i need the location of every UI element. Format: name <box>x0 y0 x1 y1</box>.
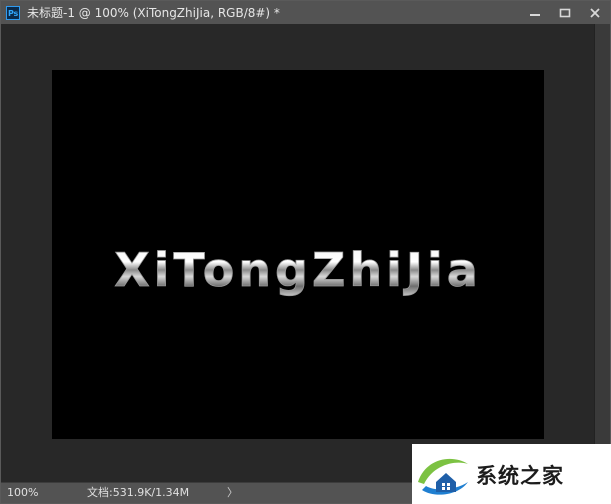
canvas-workspace[interactable]: XiTongZhiJia <box>2 24 594 482</box>
window-controls <box>520 1 610 24</box>
document-title: 未标题-1 @ 100% (XiTongZhiJia, RGB/8#) * <box>27 6 280 20</box>
document-window: Ps 未标题-1 @ 100% (XiTongZhiJia, RGB/8#) * <box>0 0 611 504</box>
house-logo-icon <box>418 458 468 495</box>
canvas-artwork: XiTongZhiJia <box>114 243 482 298</box>
status-menu-arrow[interactable]: 〉 <box>227 486 238 500</box>
restore-button[interactable] <box>550 1 580 24</box>
document-size-info: 文档:531.9K/1.34M <box>87 486 190 499</box>
zoom-level-field[interactable]: 100% <box>7 486 47 500</box>
canvas-text-layer: XiTongZhiJia <box>114 243 482 297</box>
minimize-icon <box>530 13 540 16</box>
close-icon <box>590 7 600 18</box>
site-watermark: 系统之家 <box>412 444 611 504</box>
minimize-button[interactable] <box>520 1 550 24</box>
close-button[interactable] <box>580 1 610 24</box>
vertical-scrollbar[interactable] <box>594 24 610 482</box>
title-bar[interactable]: Ps 未标题-1 @ 100% (XiTongZhiJia, RGB/8#) * <box>1 1 610 24</box>
restore-icon <box>559 8 571 17</box>
watermark-text: 系统之家 <box>476 463 564 488</box>
photoshop-app-icon: Ps <box>6 5 20 20</box>
document-canvas[interactable]: XiTongZhiJia <box>52 70 544 439</box>
